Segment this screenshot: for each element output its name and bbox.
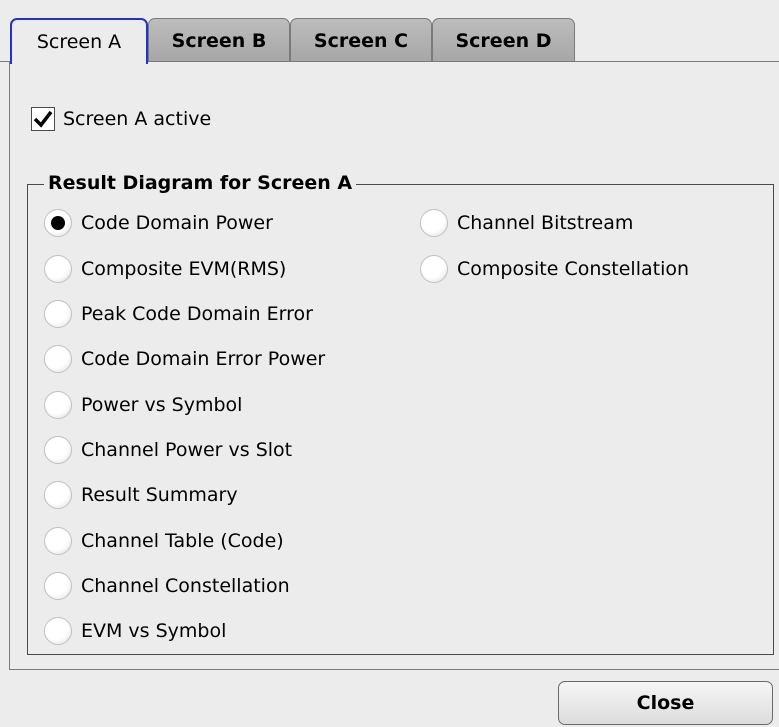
radio-option[interactable]: Channel Power vs Slot — [44, 434, 292, 466]
tab-screen-b[interactable]: Screen B — [148, 18, 290, 62]
tab-screen-c[interactable]: Screen C — [290, 18, 432, 62]
radio-option-label: Code Domain Power — [81, 212, 273, 234]
radio-option[interactable]: Channel Table (Code) — [44, 525, 284, 557]
radio-option-label: Composite Constellation — [457, 258, 690, 280]
radio-option[interactable]: Peak Code Domain Error — [44, 298, 313, 330]
radio-button[interactable] — [44, 481, 72, 509]
radio-option-label: Channel Table (Code) — [81, 530, 284, 552]
radio-option-label: Result Summary — [81, 484, 238, 506]
close-button[interactable]: Close — [558, 681, 773, 725]
radio-button[interactable] — [44, 300, 72, 328]
radio-button[interactable] — [44, 209, 72, 237]
radio-selected-dot — [51, 216, 65, 230]
radio-option[interactable]: Composite EVM(RMS) — [44, 253, 286, 285]
radio-button[interactable] — [44, 345, 72, 373]
radio-button[interactable] — [420, 209, 448, 237]
result-diagram-group-title: Result Diagram for Screen A — [44, 170, 357, 196]
radio-option-label: Power vs Symbol — [81, 394, 243, 416]
radio-option-label: Code Domain Error Power — [81, 348, 326, 370]
tab-bar: Screen A Screen B Screen C Screen D — [0, 0, 779, 64]
radio-option-label: Peak Code Domain Error — [81, 303, 313, 325]
radio-button[interactable] — [44, 617, 72, 645]
radio-option[interactable]: EVM vs Symbol — [44, 615, 226, 647]
screen-active-checkbox[interactable] — [31, 107, 55, 131]
screen-active-label: Screen A active — [63, 108, 212, 130]
screen-active-checkbox-row[interactable]: Screen A active — [31, 105, 211, 133]
radio-option-label: EVM vs Symbol — [81, 620, 227, 642]
radio-option[interactable]: Channel Bitstream — [420, 207, 633, 239]
radio-button[interactable] — [44, 391, 72, 419]
radio-option[interactable]: Composite Constellation — [420, 253, 689, 285]
radio-option[interactable]: Code Domain Power — [44, 207, 273, 239]
radio-option[interactable]: Power vs Symbol — [44, 389, 242, 421]
radio-button[interactable] — [44, 527, 72, 555]
radio-option[interactable]: Channel Constellation — [44, 570, 290, 602]
radio-button[interactable] — [420, 255, 448, 283]
radio-option[interactable]: Code Domain Error Power — [44, 343, 325, 375]
radio-option-label: Composite EVM(RMS) — [81, 258, 287, 280]
radio-option-label: Channel Bitstream — [457, 212, 634, 234]
radio-button[interactable] — [44, 436, 72, 464]
radio-option[interactable]: Result Summary — [44, 479, 238, 511]
tab-screen-d[interactable]: Screen D — [432, 18, 575, 62]
radio-option-label: Channel Constellation — [81, 575, 290, 597]
checkmark-icon — [33, 110, 53, 128]
tab-screen-a[interactable]: Screen A — [10, 18, 148, 64]
radio-button[interactable] — [44, 572, 72, 600]
radio-button[interactable] — [44, 255, 72, 283]
radio-option-label: Channel Power vs Slot — [81, 439, 293, 461]
